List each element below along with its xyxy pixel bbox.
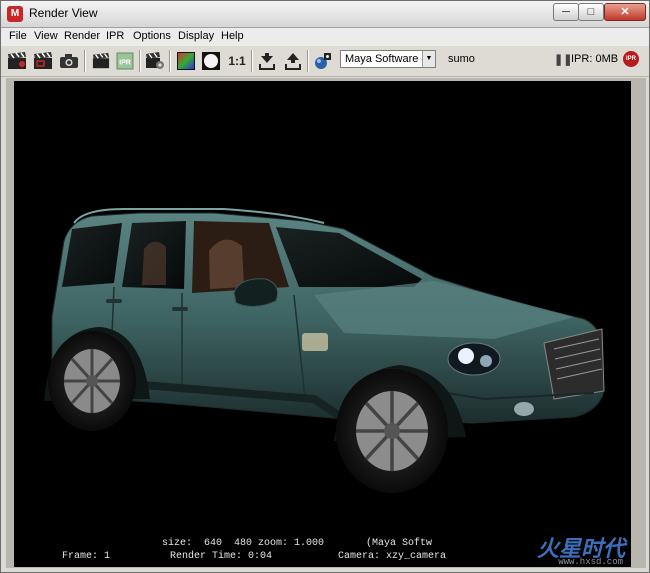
render-region-clapper-icon[interactable]: [32, 50, 54, 72]
refresh-ipr-icon[interactable]: IPR: [114, 50, 136, 72]
menu-bar: File View Render IPR Options Display Hel…: [1, 28, 649, 46]
alpha-channel-icon[interactable]: [200, 50, 222, 72]
ipr-memory-readout: IPR: 0MB: [571, 53, 619, 65]
camera-label: sumo: [448, 53, 475, 65]
menu-help[interactable]: Help: [221, 30, 244, 42]
renderer-dropdown[interactable]: Maya Software ▼: [340, 50, 436, 68]
render-size-info: size: 640 480 zoom: 1.000 (Maya Softw: [162, 538, 433, 549]
maximize-button[interactable]: □: [578, 3, 604, 21]
toolbar: IPR 1:1: [1, 46, 649, 77]
keep-image-icon[interactable]: [256, 50, 278, 72]
remove-image-icon[interactable]: [282, 50, 304, 72]
menu-ipr[interactable]: IPR: [106, 30, 124, 42]
render-time-info: Render Time: 0:04: [170, 551, 273, 562]
toolbar-separator: [84, 50, 86, 72]
rendered-car-image: [44, 208, 605, 493]
snapshot-camera-icon[interactable]: [58, 50, 80, 72]
ipr-badge[interactable]: IPR: [623, 51, 639, 67]
menu-options[interactable]: Options: [133, 30, 171, 42]
render-settings-clapper-icon[interactable]: [144, 50, 166, 72]
rgb-channel-icon[interactable]: [175, 50, 197, 72]
camera-info: Camera: xzy_camera: [338, 551, 447, 562]
real-size-button[interactable]: 1:1: [226, 50, 248, 72]
window-title: Render View: [29, 6, 98, 20]
pause-ipr-icon[interactable]: ❚❚: [554, 53, 572, 66]
maya-app-icon: M: [7, 6, 23, 22]
menu-render[interactable]: Render: [64, 30, 100, 42]
menu-display[interactable]: Display: [178, 30, 214, 42]
chevron-down-icon[interactable]: ▼: [422, 51, 435, 67]
ipr-render-clapper-icon[interactable]: [90, 50, 112, 72]
title-bar: M Render View ─ □ ✕: [1, 1, 649, 28]
frame-info: Frame: 1: [62, 551, 111, 562]
close-button[interactable]: ✕: [604, 3, 646, 21]
redo-render-clapper-icon[interactable]: [6, 50, 28, 72]
toolbar-separator: [307, 50, 309, 72]
minimize-button[interactable]: ─: [553, 3, 579, 21]
render-viewport[interactable]: size: 640 480 zoom: 1.000 (Maya Softw Fr…: [14, 81, 631, 567]
render-view-window: M Render View ─ □ ✕ File View Render IPR…: [0, 0, 650, 573]
svg-text:IPR: IPR: [119, 60, 131, 67]
menu-file[interactable]: File: [9, 30, 27, 42]
toolbar-separator: [251, 50, 253, 72]
render-globals-icon[interactable]: [312, 50, 334, 72]
toolbar-separator: [169, 50, 171, 72]
watermark-url: www.hxsd.com: [558, 557, 623, 567]
renderer-dropdown-value: Maya Software: [345, 53, 419, 65]
toolbar-separator: [139, 50, 141, 72]
menu-view[interactable]: View: [34, 30, 58, 42]
